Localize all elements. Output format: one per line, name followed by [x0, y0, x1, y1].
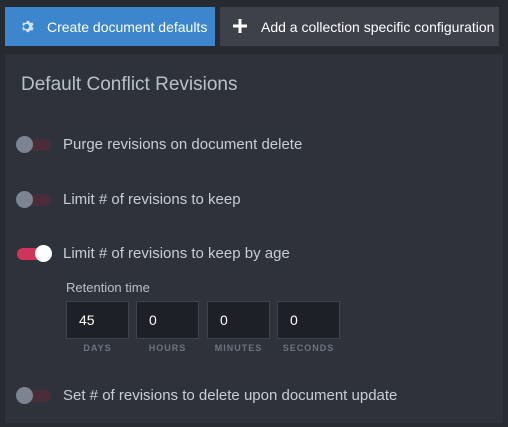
days-unit-label: DAYS [83, 343, 112, 353]
purge-on-delete-toggle[interactable] [16, 136, 51, 153]
days-input[interactable]: 45 [66, 301, 129, 339]
gear-icon [22, 20, 34, 33]
plus-icon [233, 19, 247, 33]
toolbar: Create document defaults Add a collectio… [0, 0, 508, 52]
panel-title: Default Conflict Revisions [21, 74, 238, 95]
toggle-row-delete-on-update: Set # of revisions to delete upon docume… [5, 384, 503, 408]
toggle-knob [16, 387, 33, 404]
toggle-row-purge-on-delete: Purge revisions on document delete [5, 133, 503, 157]
create-document-defaults-button[interactable]: Create document defaults [5, 7, 215, 46]
minutes-unit-label: MINUTES [214, 343, 263, 353]
add-collection-config-label: Add a collection specific configuration [261, 18, 495, 35]
limit-by-age-label: Limit # of revisions to keep by age [63, 245, 290, 262]
toggle-row-limit-revisions: Limit # of revisions to keep [5, 188, 503, 212]
add-collection-config-button[interactable]: Add a collection specific configuration [220, 7, 499, 46]
toggle-knob [16, 136, 33, 153]
toggle-row-limit-by-age: Limit # of revisions to keep by age [5, 242, 503, 266]
limit-revisions-label: Limit # of revisions to keep [63, 191, 241, 208]
seconds-input[interactable]: 0 [277, 301, 340, 339]
delete-on-update-label: Set # of revisions to delete upon docume… [63, 387, 398, 404]
purge-on-delete-label: Purge revisions on document delete [63, 136, 303, 153]
minutes-input[interactable]: 0 [207, 301, 270, 339]
toggle-knob [16, 191, 33, 208]
seconds-unit-label: SECONDS [282, 343, 335, 353]
hours-input[interactable]: 0 [136, 301, 199, 339]
retention-time-label: Retention time [66, 280, 150, 295]
toggle-knob [35, 245, 52, 262]
conflict-revisions-panel: Default Conflict Revisions Purge revisio… [5, 54, 503, 423]
limit-revisions-toggle[interactable] [16, 191, 51, 208]
limit-by-age-toggle[interactable] [17, 245, 52, 262]
hours-unit-label: HOURS [148, 343, 187, 353]
delete-on-update-toggle[interactable] [16, 387, 51, 404]
create-document-defaults-label: Create document defaults [47, 18, 208, 35]
